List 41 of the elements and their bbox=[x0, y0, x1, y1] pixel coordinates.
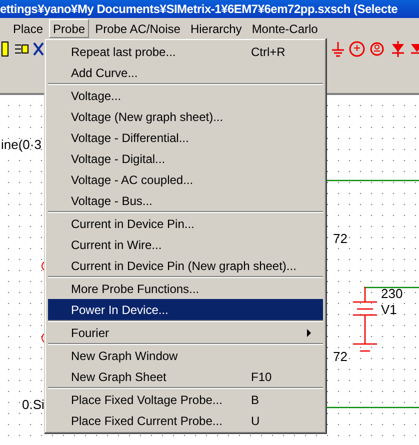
menu-entry[interactable]: Voltage - Bus... bbox=[48, 190, 323, 211]
current-source-icon[interactable] bbox=[370, 40, 384, 58]
menu-entry[interactable]: Voltage - Differential... bbox=[48, 127, 323, 148]
menu-entry[interactable]: More Probe Functions... bbox=[48, 278, 323, 299]
menu-entry[interactable]: Voltage... bbox=[48, 85, 323, 106]
menu-item[interactable]: Hierarchy bbox=[186, 18, 246, 38]
schematic-label: 72 bbox=[333, 232, 348, 245]
diode-icon[interactable] bbox=[410, 41, 419, 57]
bracket-icon[interactable] bbox=[0, 41, 10, 57]
menu-entry[interactable]: Place Fixed Current Probe... U bbox=[48, 410, 323, 431]
submenu-arrow-icon bbox=[307, 329, 312, 338]
schematic-label: ine(0·3 bbox=[1, 138, 42, 151]
menu-entry[interactable]: Voltage (New graph sheet)... bbox=[48, 106, 323, 127]
menu-entry[interactable]: Voltage - Digital... bbox=[48, 148, 323, 169]
scissors-icon[interactable] bbox=[32, 41, 44, 57]
menu-entry[interactable]: Current in Device Pin... bbox=[48, 213, 323, 234]
window-title: ettings¥yano¥My Documents¥SIMetrix-1¥6EM7¥6em72pp.sxsch (Selecte bbox=[0, 2, 398, 16]
menu-entry[interactable]: New Graph Sheet F10 bbox=[48, 366, 323, 387]
menu-entry[interactable]: Voltage - AC coupled... bbox=[48, 169, 323, 190]
menu-entry[interactable]: Add Curve... bbox=[48, 62, 323, 83]
menu-entry[interactable]: New Graph Window bbox=[48, 345, 323, 366]
schematic-label: 72 bbox=[333, 350, 348, 363]
menu-item[interactable]: Probe AC/Noise bbox=[91, 18, 184, 38]
source-value: 230 bbox=[381, 287, 403, 300]
voltage-source-icon[interactable] bbox=[348, 40, 366, 58]
source-name: V1 bbox=[381, 303, 397, 316]
diode-icon[interactable] bbox=[390, 41, 406, 57]
menu-item[interactable]: Monte-Carlo bbox=[248, 18, 322, 38]
menu-entry[interactable]: Current in Device Pin (New graph sheet)... bbox=[48, 255, 323, 276]
menu-entry[interactable]: Power In Device... bbox=[48, 299, 323, 320]
schematic-label: 0.Si bbox=[22, 398, 44, 411]
menu-entry[interactable]: Current in Wire... bbox=[48, 234, 323, 255]
menu-entry[interactable]: Fourier bbox=[48, 322, 323, 343]
menu-item[interactable]: Probe bbox=[49, 18, 90, 38]
arc-mark bbox=[40, 333, 45, 343]
menu-entry[interactable]: Place Fixed Voltage Probe... B bbox=[48, 389, 323, 410]
menu-entry[interactable]: Repeat last probe... Ctrl+R bbox=[48, 41, 323, 62]
arc-mark bbox=[40, 261, 45, 271]
menu-item[interactable]: Place bbox=[9, 18, 48, 38]
ground-icon[interactable] bbox=[330, 41, 346, 57]
wire bbox=[364, 286, 419, 289]
